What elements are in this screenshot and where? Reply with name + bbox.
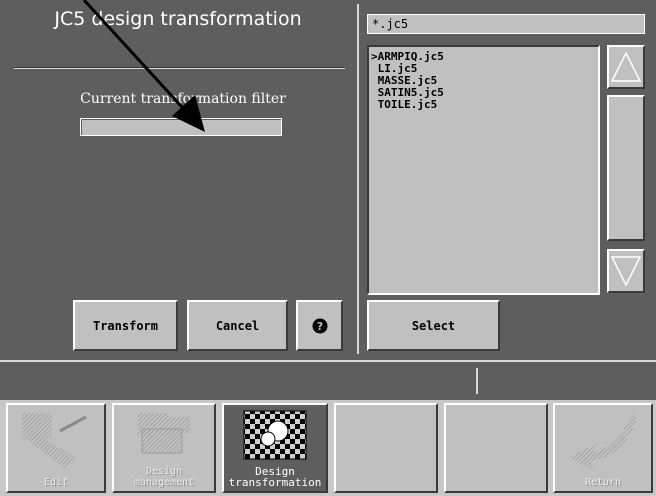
status-bar	[0, 360, 656, 398]
file-list[interactable]: >ARMPIQ.jc5 LI.jc5 MASSE.jc5 SATIN5.jc5 …	[367, 45, 600, 295]
tool-design-management[interactable]: Design management	[112, 403, 216, 493]
select-button-label: Select	[411, 318, 456, 333]
tool-design-management-label: Design management	[133, 466, 195, 488]
select-button[interactable]: Select	[367, 300, 500, 351]
tool-edit[interactable]: Edit	[6, 403, 106, 493]
bottom-toolbar: Edit Design management Design transforma…	[0, 400, 656, 496]
cancel-button[interactable]: Cancel	[187, 300, 288, 351]
divider	[14, 67, 345, 69]
scroll-up-button[interactable]	[607, 45, 645, 89]
list-item[interactable]: TOILE.jc5	[371, 99, 598, 111]
tool-empty-1[interactable]	[334, 403, 438, 493]
help-icon: ?	[312, 318, 327, 333]
panel-separator	[357, 4, 359, 354]
return-arrow-icon	[569, 415, 637, 471]
transform-button-label: Transform	[92, 318, 159, 333]
tool-edit-label: Edit	[43, 477, 69, 488]
filter-label: Current transformation filter	[80, 91, 286, 107]
triangle-up-icon	[610, 51, 642, 82]
left-panel: JC5 design transformation Current transf…	[0, 0, 356, 358]
design-transformation-icon	[243, 410, 307, 460]
status-cell	[6, 368, 478, 394]
transform-button[interactable]: Transform	[73, 300, 178, 351]
help-button[interactable]: ?	[296, 300, 343, 351]
tool-empty-2[interactable]	[444, 403, 548, 493]
filter-field[interactable]	[80, 118, 282, 136]
tool-return[interactable]: Return	[553, 403, 653, 493]
cancel-button-label: Cancel	[215, 318, 260, 333]
edit-icon	[22, 413, 87, 469]
tool-return-label: Return	[584, 477, 622, 488]
scrollbar-thumb[interactable]	[607, 95, 645, 241]
tool-design-transformation-label: Design transformation	[228, 465, 322, 489]
design-management-icon	[138, 413, 190, 454]
triangle-down-icon	[610, 256, 642, 287]
svg-text:?: ?	[316, 320, 322, 333]
file-pattern-input[interactable]: *.jc5	[367, 14, 645, 34]
tool-design-transformation[interactable]: Design transformation	[222, 403, 328, 493]
scroll-down-button[interactable]	[607, 249, 645, 293]
window-title: JC5 design transformation	[54, 8, 302, 30]
